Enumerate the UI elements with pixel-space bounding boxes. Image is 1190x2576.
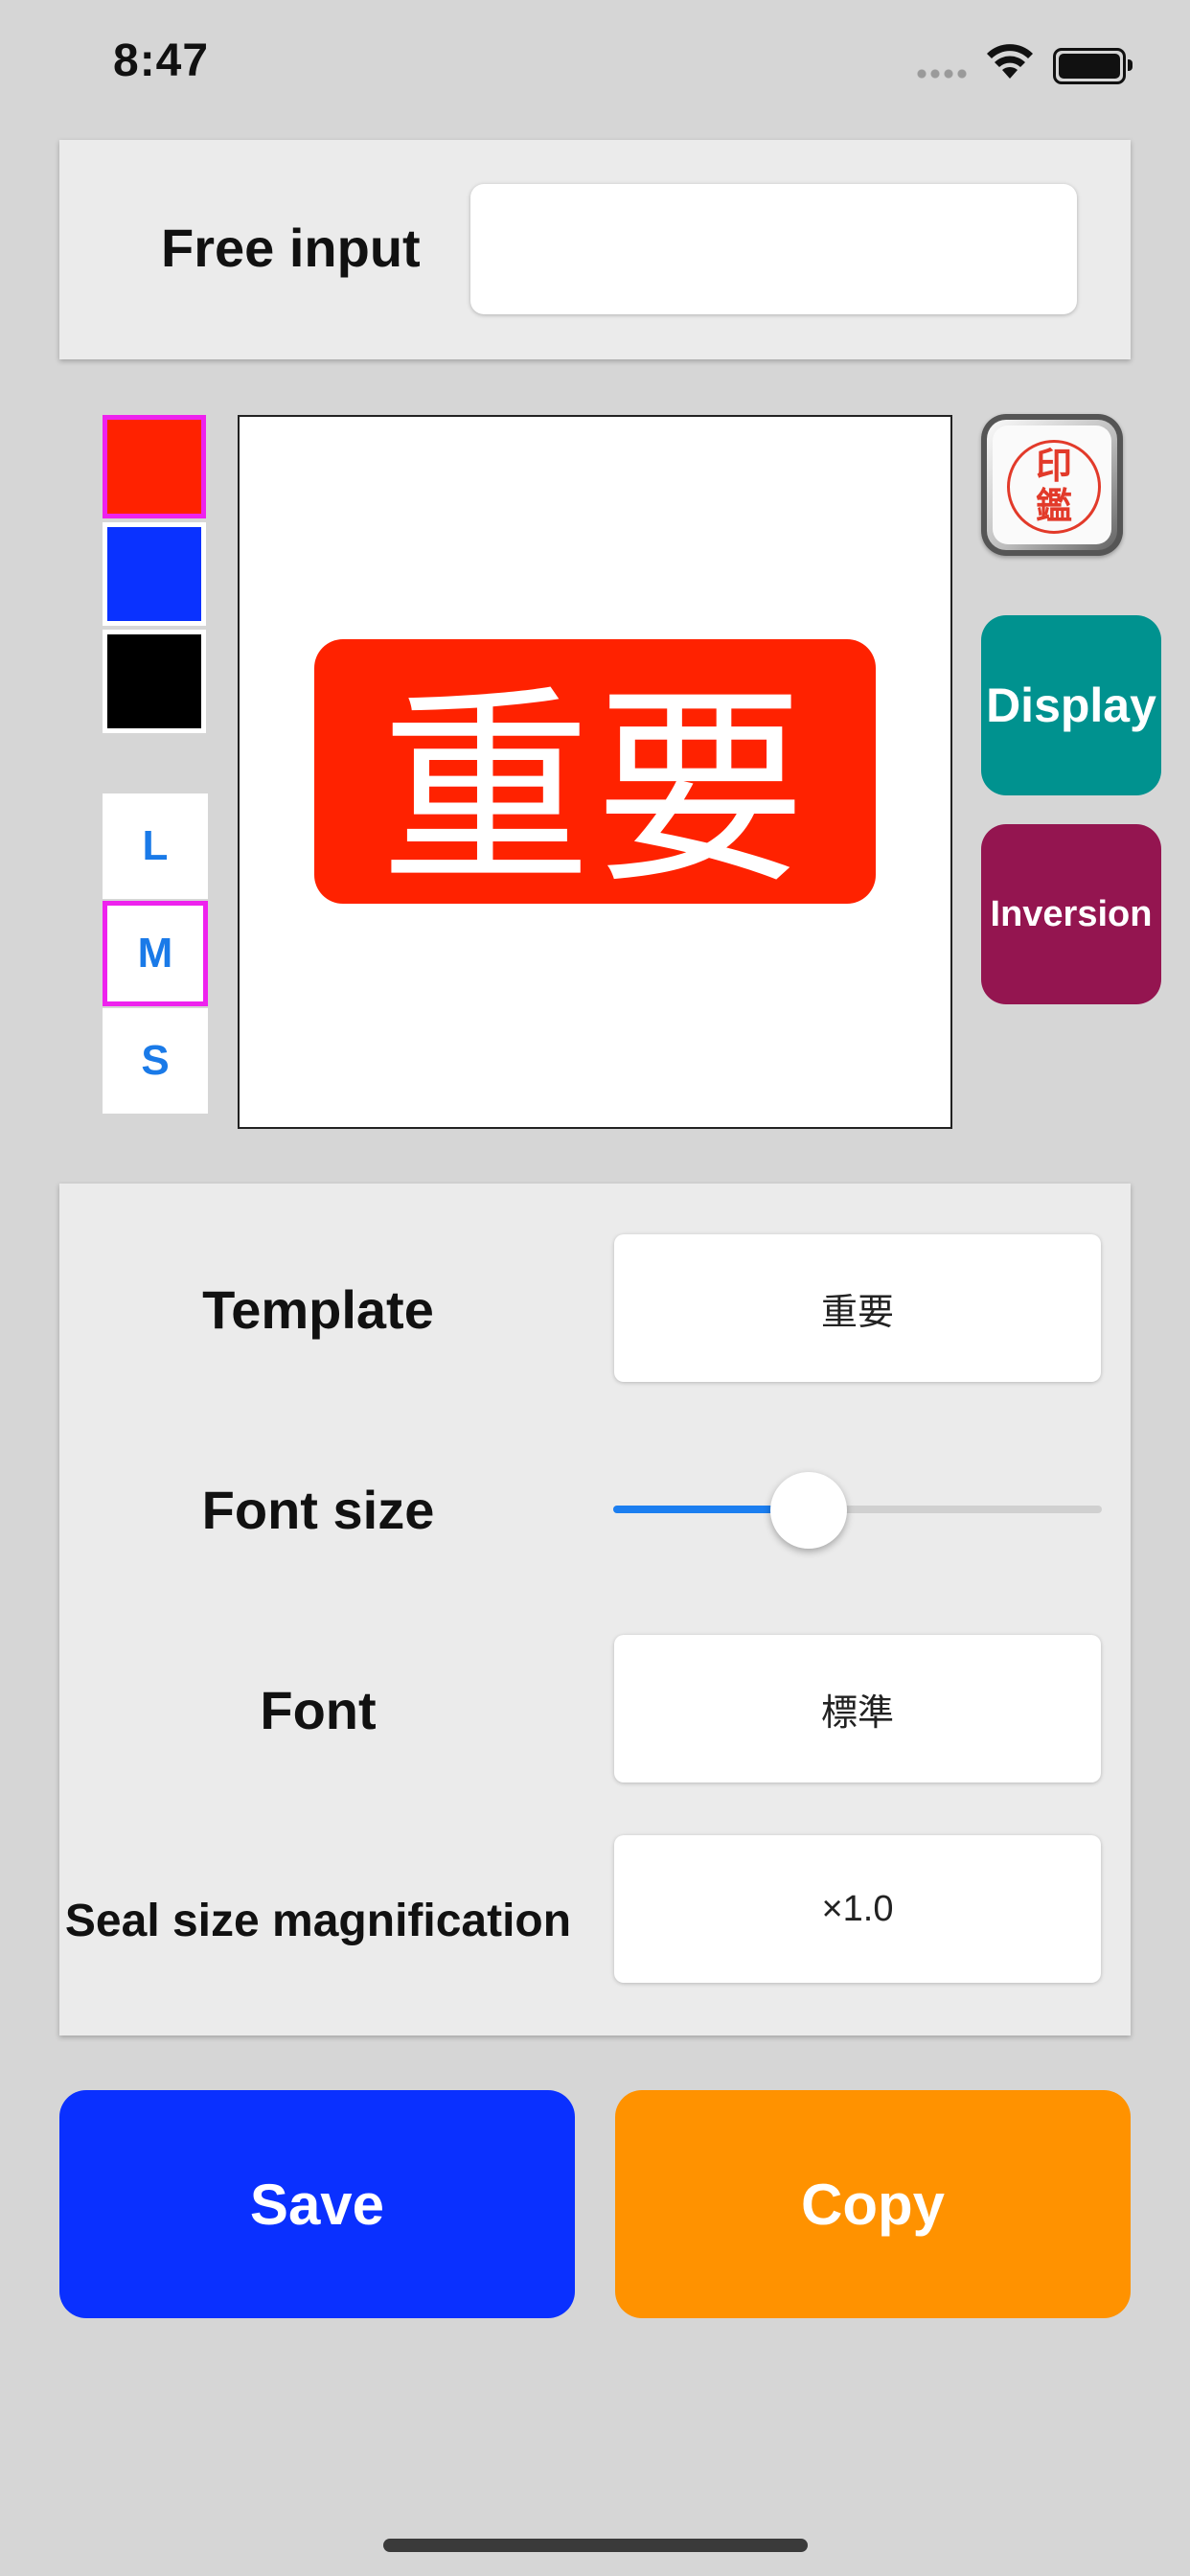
seal-size-label: Seal size magnification — [64, 1896, 572, 1946]
size-button-m[interactable]: M — [103, 901, 208, 1006]
seal-icon-char-top: 印 — [1035, 447, 1072, 487]
font-size-slider[interactable] — [613, 1464, 1102, 1551]
inversion-button[interactable]: Inversion — [981, 824, 1161, 1004]
seal-stamp-icon: 印 鑑 — [993, 426, 1111, 544]
size-button-s[interactable]: S — [103, 1008, 208, 1114]
free-input-field[interactable] — [470, 184, 1077, 314]
free-input-label: Free input — [161, 218, 421, 278]
status-indicators — [915, 42, 1135, 86]
font-label: Font — [260, 1680, 377, 1740]
seal-button[interactable]: 印 鑑 — [981, 414, 1123, 556]
signal-dots-icon — [915, 69, 969, 79]
color-swatch-red[interactable] — [103, 415, 206, 518]
color-swatch-black[interactable] — [103, 630, 206, 733]
template-selector[interactable]: 重要 — [614, 1234, 1101, 1382]
seal-icon-char-bottom: 鑑 — [1035, 487, 1072, 527]
color-swatch-blue[interactable] — [103, 522, 206, 626]
battery-icon — [1053, 48, 1133, 84]
stamp-text: 重要 — [379, 667, 810, 912]
save-button[interactable]: Save — [59, 2090, 575, 2318]
stamp-image: 重要 — [314, 639, 876, 912]
wifi-icon — [987, 44, 1033, 79]
home-indicator — [383, 2539, 808, 2552]
copy-button[interactable]: Copy — [615, 2090, 1131, 2318]
seal-size-selector[interactable]: ×1.0 — [614, 1835, 1101, 1983]
template-label: Template — [202, 1279, 434, 1340]
display-button[interactable]: Display — [981, 615, 1161, 795]
slider-thumb[interactable] — [770, 1472, 847, 1549]
template-value: 重要 — [820, 1292, 894, 1333]
seal-size-value: ×1.0 — [821, 1888, 894, 1929]
font-value: 標準 — [820, 1692, 894, 1734]
size-button-l[interactable]: L — [103, 794, 208, 899]
font-selector[interactable]: 標準 — [614, 1635, 1101, 1782]
status-time: 8:47 — [113, 35, 210, 86]
font-size-label: Font size — [201, 1480, 435, 1540]
